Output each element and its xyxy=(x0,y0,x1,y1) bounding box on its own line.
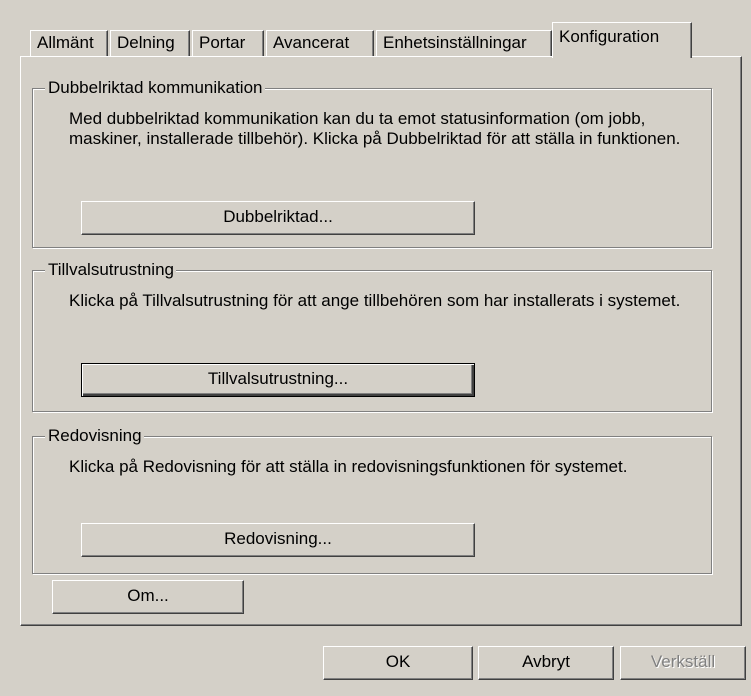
bidirectional-group: Dubbelriktad kommunikation Med dubbelrik… xyxy=(32,78,712,248)
about-button[interactable]: Om... xyxy=(52,580,244,614)
tab-device-settings[interactable]: Enhetsinställningar xyxy=(376,30,552,56)
cancel-button[interactable]: Avbryt xyxy=(478,646,614,680)
ok-button[interactable]: OK xyxy=(323,646,473,680)
tab-advanced[interactable]: Avancerat xyxy=(266,30,374,56)
bidirectional-button[interactable]: Dubbelriktad... xyxy=(81,201,475,235)
group-title: Tillvalsutrustning xyxy=(45,260,176,280)
group-description: Med dubbelriktad kommunikation kan du ta… xyxy=(69,109,681,148)
group-title: Redovisning xyxy=(45,426,144,446)
tab-ports[interactable]: Portar xyxy=(192,30,264,56)
tab-sharing[interactable]: Delning xyxy=(110,30,190,56)
tab-configuration[interactable]: Konfiguration xyxy=(552,22,692,58)
group-description: Klicka på Redovisning för att ställa in … xyxy=(69,457,628,476)
options-button[interactable]: Tillvalsutrustning... xyxy=(81,363,475,397)
apply-button: Verkställ xyxy=(620,646,746,680)
group-title: Dubbelriktad kommunikation xyxy=(45,78,265,98)
printer-properties-dialog: { "tabs": [ {"label": "Allmänt", "active… xyxy=(0,0,751,696)
group-description: Klicka på Tillvalsutrustning för att ang… xyxy=(69,291,681,310)
accounting-button[interactable]: Redovisning... xyxy=(81,523,475,557)
tab-general[interactable]: Allmänt xyxy=(30,30,108,56)
options-group: Tillvalsutrustning Klicka på Tillvalsutr… xyxy=(32,260,712,412)
accounting-group: Redovisning Klicka på Redovisning för at… xyxy=(32,426,712,574)
